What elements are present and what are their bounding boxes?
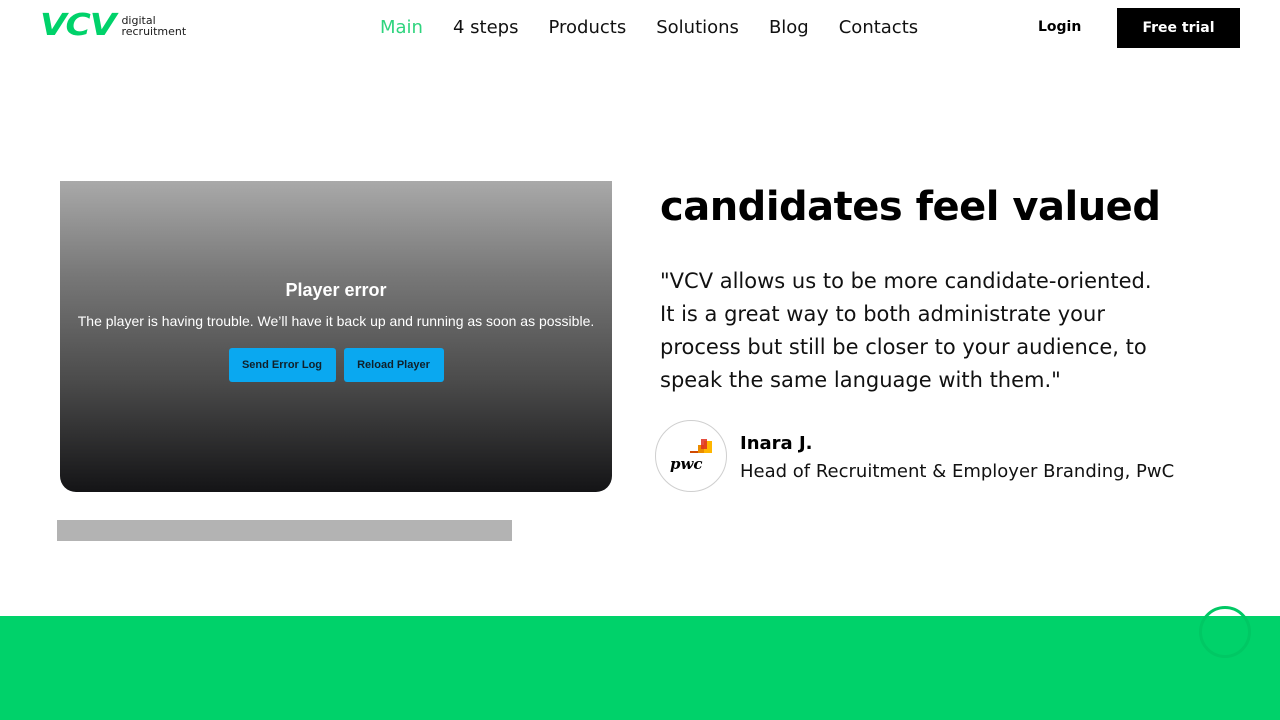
- nav-products[interactable]: Products: [548, 17, 626, 38]
- nav-contacts[interactable]: Contacts: [839, 17, 918, 38]
- testimonial-heading: candidates feel valued: [660, 184, 1161, 230]
- free-trial-button[interactable]: Free trial: [1117, 8, 1240, 48]
- send-error-log-button[interactable]: Send Error Log: [228, 348, 336, 382]
- logo-mark: VCV: [40, 8, 116, 43]
- testimonial-quote: "VCV allows us to be more candidate-orie…: [660, 269, 1152, 392]
- nav-4-steps[interactable]: 4 steps: [453, 17, 519, 38]
- nav-blog[interactable]: Blog: [769, 17, 809, 38]
- vcv-logo[interactable]: VCV digital recruitment: [40, 8, 186, 43]
- company-logo-avatar: pwc: [655, 420, 727, 492]
- player-error-title: Player error: [285, 280, 387, 300]
- site-header: VCV digital recruitment Main 4 steps Pro…: [0, 0, 1280, 56]
- pwc-logo-icon: [690, 439, 712, 453]
- player-error-message: The player is having trouble. We’ll have…: [77, 313, 595, 329]
- reload-player-button[interactable]: Reload Player: [343, 348, 444, 382]
- testimonial-author-name: Inara J.: [740, 433, 813, 454]
- video-player[interactable]: Player error The player is having troubl…: [60, 181, 612, 492]
- green-section-band: [0, 616, 1280, 720]
- nav-main[interactable]: Main: [380, 17, 423, 38]
- login-link[interactable]: Login: [1038, 19, 1081, 35]
- logo-tagline-line2: recruitment: [121, 25, 187, 38]
- video-progress-bar[interactable]: [57, 520, 512, 541]
- testimonial-author-role: Head of Recruitment & Employer Branding,…: [740, 461, 1175, 482]
- chat-widget-button[interactable]: [1199, 606, 1251, 658]
- main-nav: Main 4 steps Products Solutions Blog Con…: [380, 17, 918, 38]
- nav-solutions[interactable]: Solutions: [656, 17, 739, 38]
- company-logo-text: pwc: [670, 455, 703, 473]
- logo-tagline: digital recruitment: [121, 15, 186, 37]
- player-error-actions: Send Error Log Reload Player: [60, 348, 612, 382]
